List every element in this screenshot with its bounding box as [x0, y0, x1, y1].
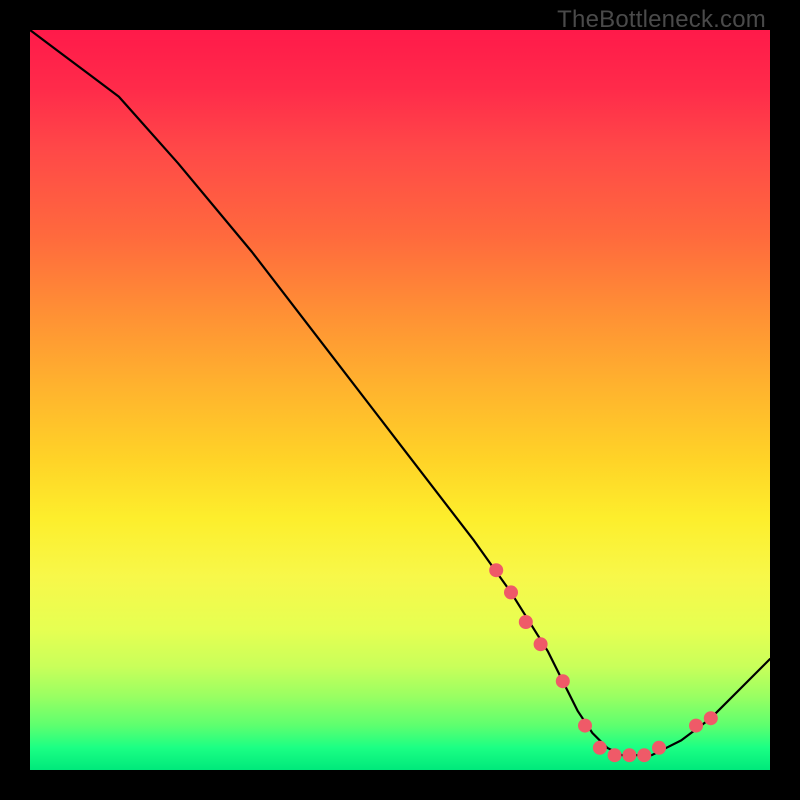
curve-marker: [593, 741, 607, 755]
bottleneck-curve: [30, 30, 770, 755]
plot-area: [30, 30, 770, 770]
curve-marker: [637, 748, 651, 762]
chart-frame: TheBottleneck.com: [0, 0, 800, 800]
curve-marker: [489, 563, 503, 577]
marker-group: [489, 563, 718, 762]
curve-marker: [578, 719, 592, 733]
curve-marker: [608, 748, 622, 762]
curve-svg: [30, 30, 770, 770]
curve-marker: [704, 711, 718, 725]
curve-marker: [504, 585, 518, 599]
curve-marker: [689, 719, 703, 733]
curve-marker: [652, 741, 666, 755]
curve-marker: [556, 674, 570, 688]
curve-marker: [519, 615, 533, 629]
curve-marker: [534, 637, 548, 651]
curve-marker: [622, 748, 636, 762]
